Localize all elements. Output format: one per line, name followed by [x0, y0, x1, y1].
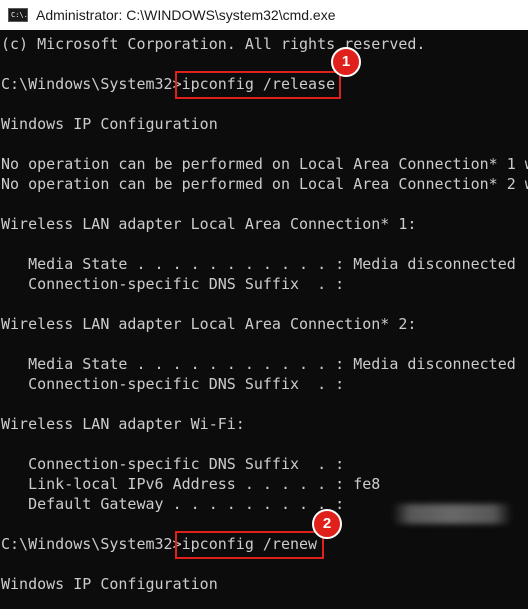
console-line: Media State . . . . . . . . . . . : Medi…: [1, 355, 516, 373]
console-line: Windows IP Configuration: [1, 115, 218, 133]
console-line: Windows IP Configuration: [1, 575, 218, 593]
console-line: Wireless LAN adapter Wi-Fi:: [1, 415, 245, 433]
console-line: Link-local IPv6 Address . . . . . : fe8 …: [1, 475, 528, 493]
console-line: Wireless LAN adapter Local Area Connecti…: [1, 315, 417, 333]
console-line: Connection-specific DNS Suffix . :: [1, 375, 345, 393]
console-line: No operation can be performed on Local A…: [1, 155, 528, 173]
console-line: Wireless LAN adapter Local Area Connecti…: [1, 215, 417, 233]
window-titlebar[interactable]: C:\. Administrator: C:\WINDOWS\system32\…: [0, 0, 528, 30]
console-output[interactable]: (c) Microsoft Corporation. All rights re…: [0, 30, 528, 609]
console-line: No operation can be performed on Local A…: [1, 175, 528, 193]
console-line: Connection-specific DNS Suffix . :: [1, 455, 345, 473]
highlight-box-release: [175, 71, 341, 99]
window-title: Administrator: C:\WINDOWS\system32\cmd.e…: [36, 7, 336, 23]
redacted-address-blur: [392, 504, 512, 524]
console-line: Media State . . . . . . . . . . . : Medi…: [1, 255, 516, 273]
console-line: Default Gateway . . . . . . . . . :: [1, 495, 345, 513]
cmd-icon: C:\.: [8, 8, 28, 22]
step-badge-1: 1: [331, 47, 361, 77]
step-badge-2: 2: [312, 509, 342, 539]
highlight-box-renew: [175, 531, 324, 559]
console-line: (c) Microsoft Corporation. All rights re…: [1, 35, 426, 53]
console-line: Connection-specific DNS Suffix . :: [1, 275, 345, 293]
